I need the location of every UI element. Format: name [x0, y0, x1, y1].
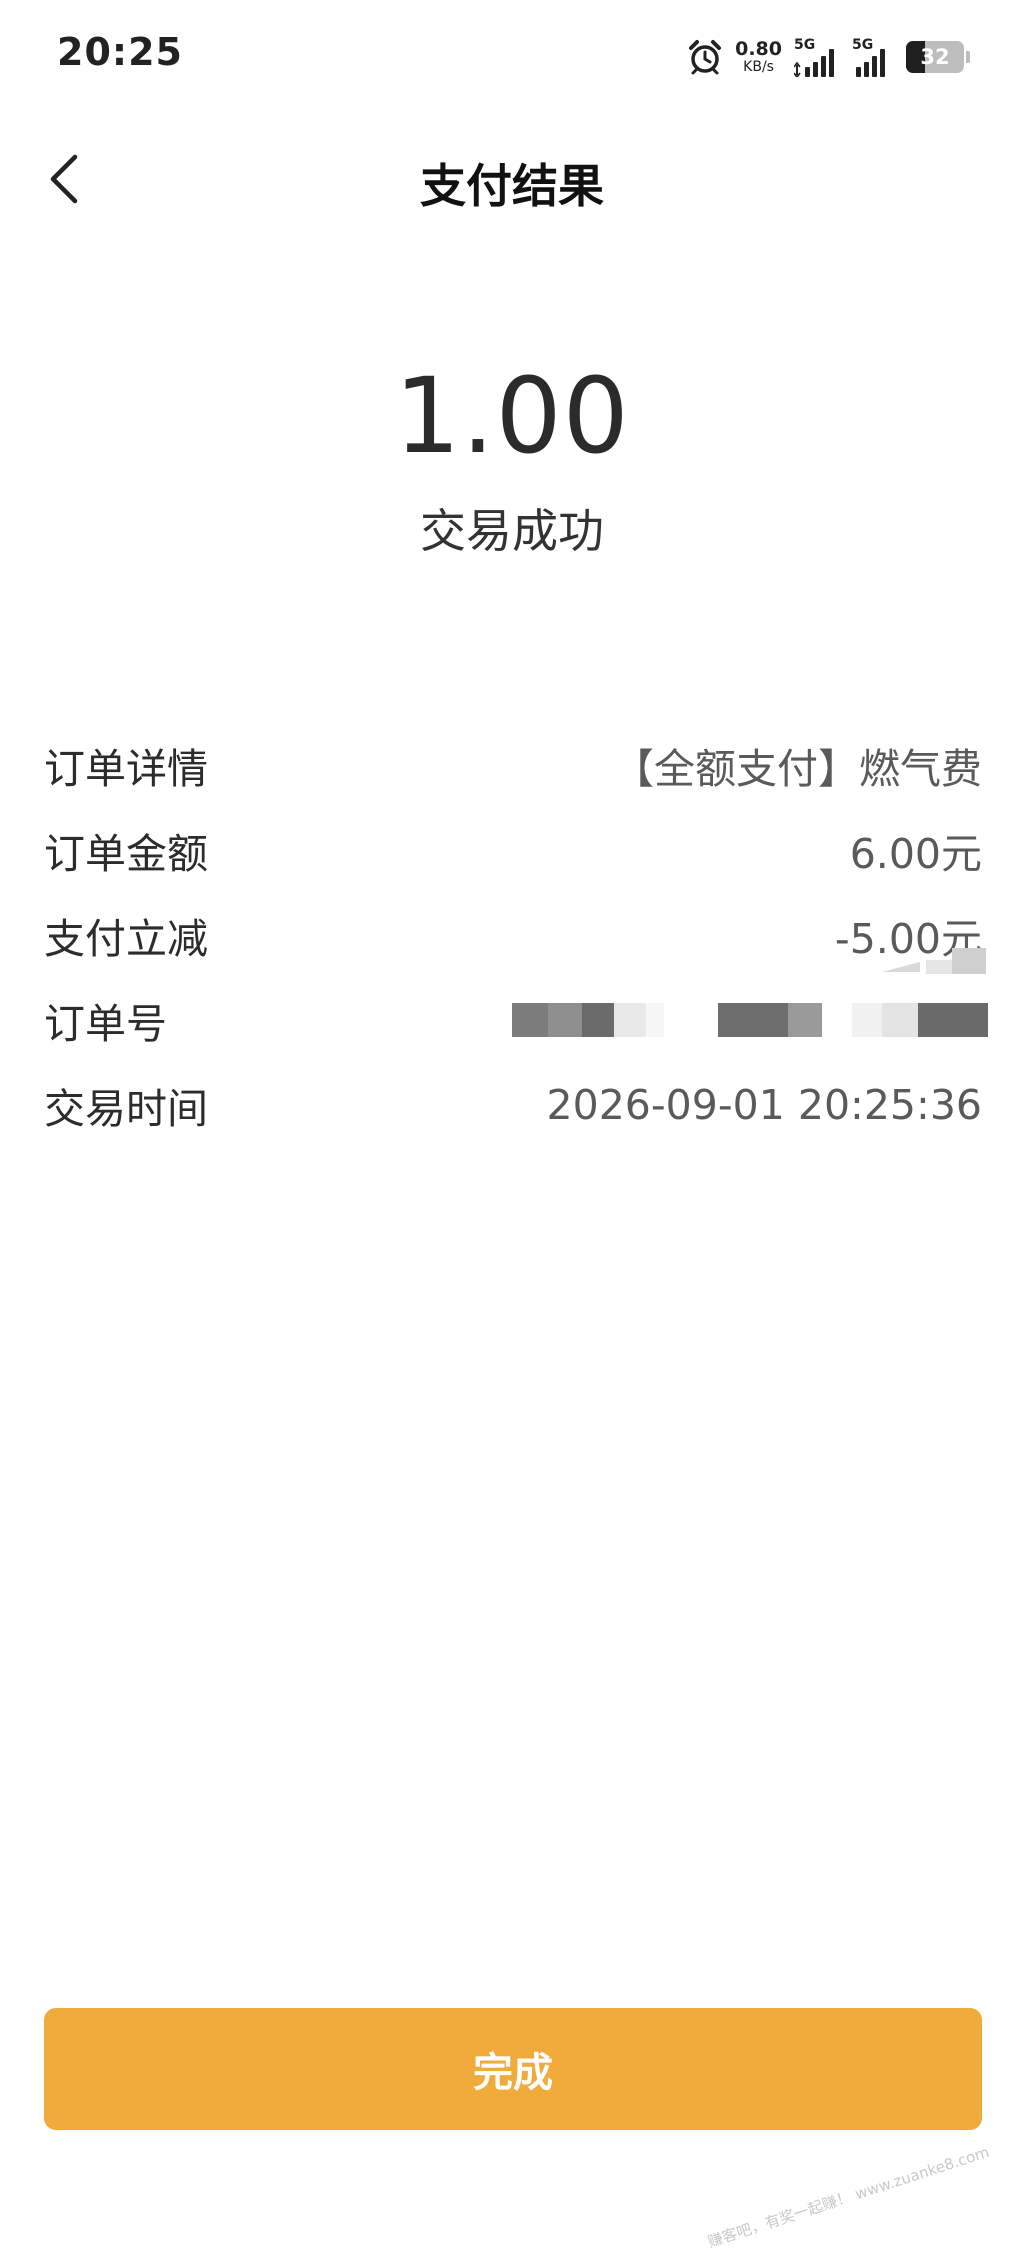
battery-icon: 32	[906, 41, 964, 73]
detail-label: 支付立减	[44, 914, 208, 963]
detail-value: 2026-09-01 20:25:36	[546, 1080, 982, 1129]
status-icons: 0.80 KB/s 5G 5G 32	[687, 32, 970, 82]
detail-value: 6.00元	[849, 829, 982, 878]
page-title: 支付结果	[420, 159, 604, 213]
status-bar: 20:25 0.80 KB/s 5G 5G 32	[0, 0, 1024, 110]
done-button[interactable]: 完成	[44, 2008, 982, 2130]
net-speed: 0.80 KB/s	[735, 39, 782, 75]
status-time: 20:25	[57, 30, 183, 74]
battery-level: 32	[920, 45, 950, 69]
detail-row-transaction-time: 交易时间 2026-09-01 20:25:36	[44, 1062, 982, 1147]
watermark: 赚客吧，有奖一起赚！ www.zuanke8.com	[705, 2142, 992, 2252]
redacted-order-number	[512, 1002, 988, 1037]
detail-row-order-amount: 订单金额 6.00元	[44, 807, 982, 892]
detail-label: 交易时间	[44, 1084, 208, 1133]
detail-label: 订单号	[44, 999, 167, 1048]
net-speed-value: 0.80	[735, 38, 782, 60]
detail-label: 订单详情	[44, 744, 208, 793]
net-speed-unit: KB/s	[743, 59, 774, 75]
detail-label: 订单金额	[44, 829, 208, 878]
pixelated-smudge	[876, 948, 986, 974]
detail-row-order-number: 订单号	[44, 977, 988, 1062]
nav-bar: 支付结果	[0, 130, 1024, 230]
payment-status: 交易成功	[420, 504, 604, 558]
detail-row-discount: 支付立减 -5.00元	[44, 892, 986, 977]
detail-value: 【全额支付】燃气费	[613, 744, 982, 793]
sim1-signal: 5G	[794, 37, 840, 77]
battery-tip	[966, 51, 970, 63]
order-details: 订单详情 【全额支付】燃气费 订单金额 6.00元 支付立减 -5.00元 订单…	[44, 722, 988, 1147]
alarm-icon	[687, 39, 723, 75]
sim2-signal: 5G	[852, 37, 892, 77]
sim2-network-label: 5G	[852, 37, 874, 53]
payment-amount: 1.00	[394, 355, 630, 477]
detail-row-order-info: 订单详情 【全额支付】燃气费	[44, 722, 982, 807]
sim1-network-label: 5G	[794, 37, 816, 53]
